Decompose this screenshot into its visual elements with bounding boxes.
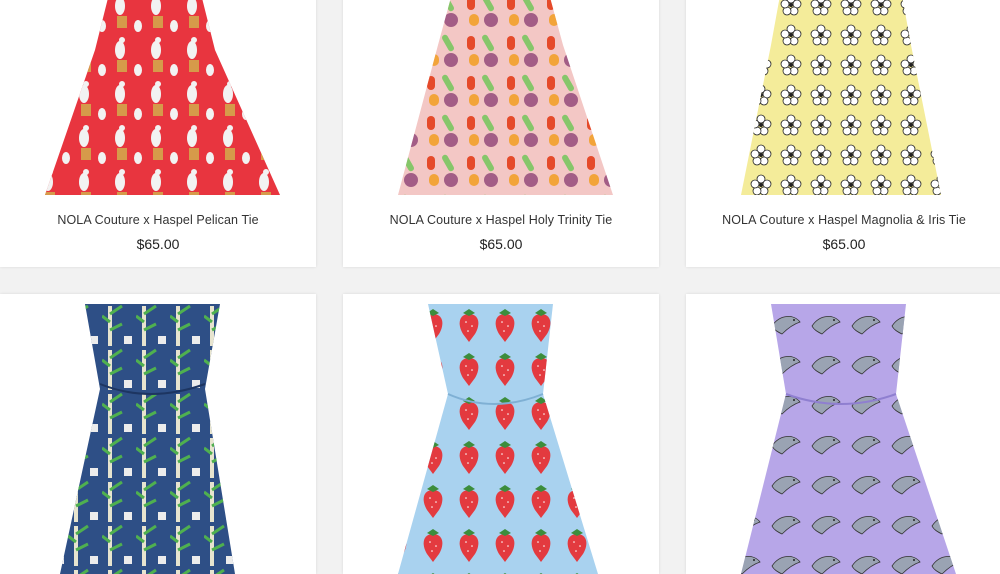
product-card[interactable]: [686, 294, 1000, 574]
product-price: $65.00: [822, 236, 866, 252]
product-image[interactable]: [343, 304, 659, 574]
product-title[interactable]: NOLA Couture x Haspel Pelican Tie: [0, 213, 316, 227]
product-image[interactable]: [343, 0, 659, 195]
product-image[interactable]: [686, 0, 1000, 195]
product-title[interactable]: NOLA Couture x Haspel Magnolia & Iris Ti…: [686, 213, 1000, 227]
product-image[interactable]: [686, 304, 1000, 574]
product-price: $65.00: [479, 236, 523, 252]
product-image[interactable]: [0, 304, 316, 574]
product-card[interactable]: NOLA Couture x Haspel Holy Trinity Tie $…: [343, 0, 659, 267]
product-card[interactable]: [343, 294, 659, 574]
product-image[interactable]: [0, 0, 316, 195]
product-card[interactable]: NOLA Couture x Haspel Pelican Tie $65.00: [0, 0, 316, 267]
product-price: $65.00: [136, 236, 180, 252]
product-card[interactable]: NOLA Couture x Haspel Magnolia & Iris Ti…: [686, 0, 1000, 267]
product-title[interactable]: NOLA Couture x Haspel Holy Trinity Tie: [343, 213, 659, 227]
product-card[interactable]: [0, 294, 316, 574]
